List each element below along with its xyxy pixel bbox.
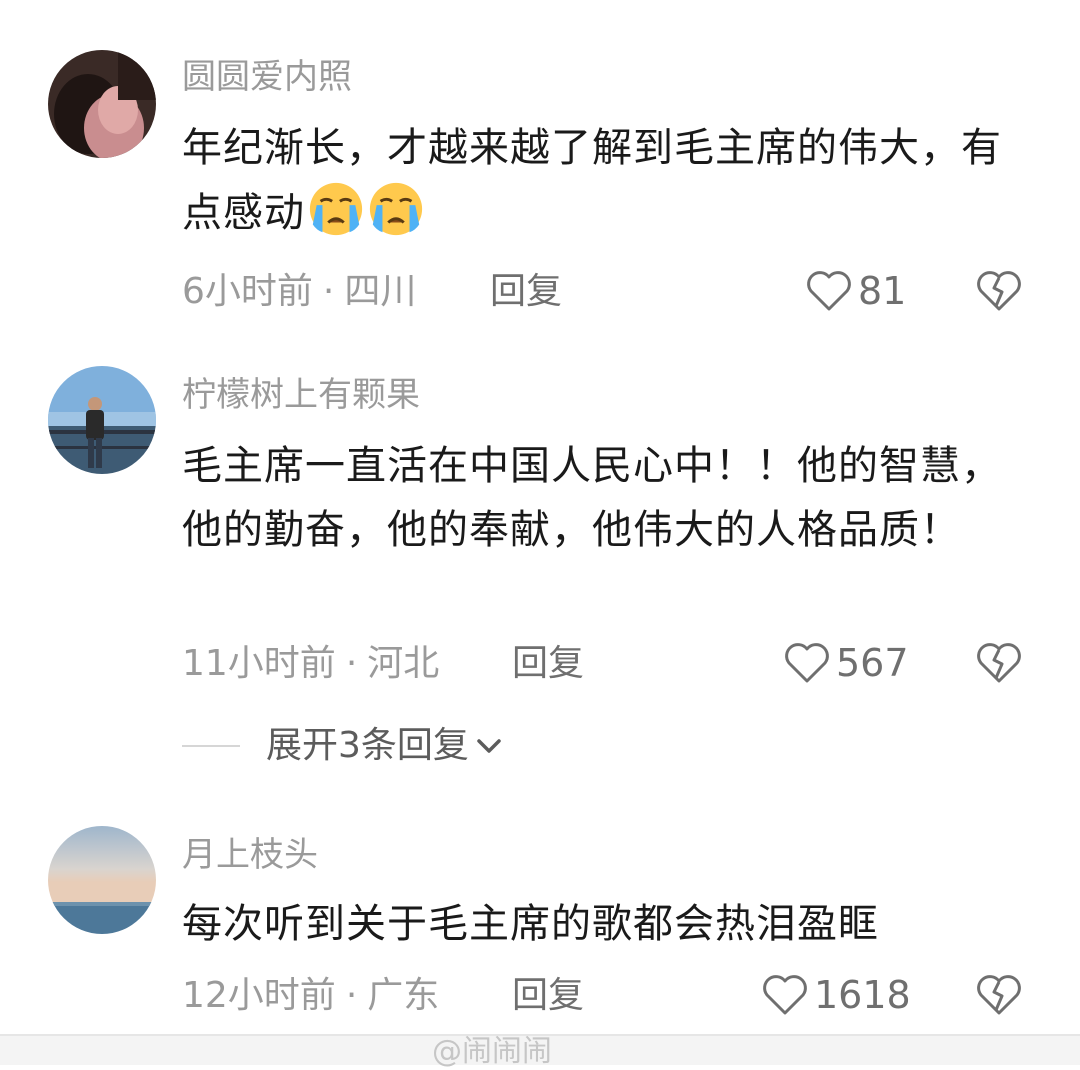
like-count: 81 <box>858 269 907 313</box>
loudly-crying-face-icon <box>309 182 363 236</box>
avatar[interactable] <box>48 826 156 934</box>
comment-location: 河北 <box>367 643 440 684</box>
like-button[interactable]: 1618 <box>762 974 911 1016</box>
watermark: @闹闹闹 <box>432 1034 552 1069</box>
broken-heart-icon[interactable] <box>976 270 1022 312</box>
comment-time: 12小时前 <box>182 975 336 1016</box>
heart-icon <box>807 271 851 311</box>
comment-text-content: 年纪渐长，才越来越了解到毛主席的伟大，有点感动 <box>182 125 1002 236</box>
like-count: 1618 <box>814 973 911 1017</box>
avatar[interactable] <box>48 50 156 158</box>
comment-text: 年纪渐长，才越来越了解到毛主席的伟大，有点感动 <box>182 116 1002 245</box>
comment-time: 6小时前 <box>182 271 313 312</box>
expand-replies-button[interactable]: 展开3条回复 <box>182 728 503 764</box>
avatar[interactable] <box>48 366 156 474</box>
reply-button[interactable]: 回复 <box>512 978 584 1014</box>
broken-heart-icon[interactable] <box>976 642 1022 684</box>
like-button[interactable]: 81 <box>806 270 906 312</box>
comment-text: 每次听到关于毛主席的歌都会热泪盈眶 <box>182 901 879 947</box>
chevron-down-icon <box>477 739 501 753</box>
comment-meta: 11小时前 · 河北 <box>182 646 439 682</box>
username[interactable]: 月上枝头 <box>182 838 318 872</box>
heart-icon <box>785 643 829 683</box>
heart-icon <box>763 975 807 1015</box>
comment-meta: 12小时前 · 广东 <box>182 978 439 1014</box>
comment-time: 11小时前 <box>182 643 336 684</box>
expand-divider <box>182 745 240 747</box>
reply-button[interactable]: 回复 <box>512 646 584 682</box>
broken-heart-icon[interactable] <box>976 974 1022 1016</box>
comment-location: 广东 <box>367 975 440 1016</box>
loudly-crying-face-icon <box>369 182 423 236</box>
username[interactable]: 圆圆爱内照 <box>182 60 352 94</box>
meta-separator: · <box>345 643 358 684</box>
comment-location: 四川 <box>344 271 417 312</box>
comment-meta: 6小时前 · 四川 <box>182 274 416 310</box>
expand-replies-label: 展开3条回复 <box>266 725 469 766</box>
meta-separator: · <box>345 975 358 1016</box>
comment-text: 毛主席一直活在中国人民心中！！他的智慧，他的勤奋，他的奉献，他伟大的人格品质！ <box>182 443 1002 553</box>
meta-separator: · <box>322 271 335 312</box>
like-count: 567 <box>836 641 909 685</box>
username[interactable]: 柠檬树上有颗果 <box>182 378 420 412</box>
reply-button[interactable]: 回复 <box>490 274 562 310</box>
like-button[interactable]: 567 <box>784 642 909 684</box>
